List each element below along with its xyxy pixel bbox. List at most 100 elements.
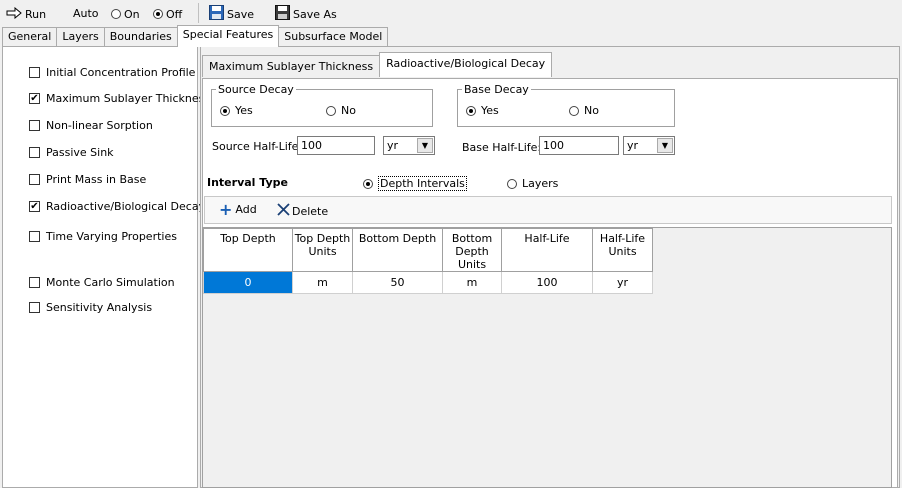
tab-label: Layers — [62, 30, 99, 43]
base-half-life-input[interactable]: 100 — [539, 136, 619, 155]
save-label: Save — [227, 7, 255, 21]
select-value: yr — [627, 139, 639, 152]
checkbox-icon — [29, 231, 40, 242]
checkbox-checked-icon: ✔ — [29, 93, 40, 104]
tab-label: Radioactive/Biological Decay — [386, 57, 546, 70]
tab-general[interactable]: General — [2, 27, 58, 46]
source-half-life-input[interactable]: 100 — [297, 136, 375, 155]
run-arrow-icon — [6, 6, 22, 22]
source-decay-yes-radio[interactable]: Yes — [220, 104, 253, 117]
feature-radioactive-biological-decay[interactable]: ✔ Radioactive/Biological Decay — [29, 200, 205, 213]
toolbar: Run Auto On Off Save Save As — [0, 0, 902, 26]
column-header[interactable]: Bottom Depth Units — [442, 228, 502, 272]
interval-type-label: Interval Type — [207, 176, 288, 189]
delete-button[interactable]: Delete — [277, 203, 328, 219]
checkbox-icon — [29, 174, 40, 185]
bottom-depth-cell[interactable]: 50 — [352, 271, 443, 294]
radio-label: Depth Intervals — [378, 176, 467, 191]
checkbox-icon — [29, 277, 40, 288]
radio-selected-icon — [466, 105, 476, 116]
base-half-life-label: Base Half-Life: — [462, 141, 542, 154]
source-half-life-label: Source Half-Life: — [212, 140, 303, 153]
checkbox-icon — [29, 147, 40, 158]
layers-radio[interactable]: Layers — [507, 177, 558, 190]
tab-radioactive-biological-decay[interactable]: Radioactive/Biological Decay — [379, 52, 553, 77]
feature-monte-carlo-simulation[interactable]: Monte Carlo Simulation — [29, 276, 175, 289]
radio-icon — [111, 9, 121, 19]
intervals-table: Top Depth Top Depth Units Bottom Depth B… — [203, 228, 653, 294]
group-title: Base Decay — [462, 83, 531, 96]
delete-label: Delete — [292, 204, 329, 218]
feature-label: Radioactive/Biological Decay — [46, 200, 206, 213]
feature-label: Print Mass in Base — [46, 173, 147, 186]
feature-label: Time Varying Properties — [46, 230, 177, 243]
half-life-units-cell[interactable]: yr — [592, 271, 653, 294]
tab-subsurface-model[interactable]: Subsurface Model — [278, 27, 389, 46]
feature-label: Sensitivity Analysis — [46, 301, 153, 314]
tab-boundaries[interactable]: Boundaries — [103, 27, 178, 46]
top-depth-units-cell[interactable]: m — [292, 271, 353, 294]
tab-maximum-sublayer-thickness[interactable]: Maximum Sublayer Thickness — [202, 55, 381, 77]
radio-selected-icon — [220, 105, 230, 116]
tab-label: General — [8, 30, 52, 43]
column-header[interactable]: Bottom Depth — [352, 228, 443, 272]
radio-icon — [507, 178, 517, 189]
save-as-button[interactable]: Save As — [275, 3, 337, 25]
depth-intervals-radio[interactable]: Depth Intervals — [363, 176, 467, 191]
radio-label: Layers — [522, 177, 559, 190]
column-header[interactable]: Half-Life — [501, 228, 593, 272]
tab-special-features[interactable]: Special Features — [176, 25, 280, 47]
feature-non-linear-sorption[interactable]: Non-linear Sorption — [29, 119, 153, 132]
table-row[interactable]: 0 m 50 m 100 yr — [203, 271, 653, 294]
auto-on-radio[interactable]: On — [111, 3, 140, 25]
bottom-depth-units-cell[interactable]: m — [442, 271, 502, 294]
base-decay-no-radio[interactable]: No — [569, 104, 599, 117]
auto-label: Auto — [73, 7, 99, 20]
feature-time-varying-properties[interactable]: Time Varying Properties — [29, 230, 177, 243]
column-header[interactable]: Top Depth — [203, 228, 293, 272]
base-decay-yes-radio[interactable]: Yes — [466, 104, 499, 117]
add-label: Add — [235, 203, 257, 216]
checkbox-icon — [29, 120, 40, 131]
radio-selected-icon — [153, 9, 163, 19]
source-decay-no-radio[interactable]: No — [326, 104, 356, 117]
run-button[interactable]: Run — [6, 3, 46, 25]
radio-label: Yes — [481, 104, 499, 117]
tab-label: Boundaries — [109, 30, 172, 43]
chevron-down-icon: ▼ — [657, 138, 673, 153]
features-panel — [2, 46, 198, 488]
toolbar-divider — [198, 3, 199, 23]
radio-icon — [326, 105, 336, 116]
radio-label: Yes — [235, 104, 253, 117]
radio-label: No — [584, 104, 599, 117]
half-life-cell[interactable]: 100 — [501, 271, 593, 294]
auto-off-radio[interactable]: Off — [153, 3, 182, 25]
radio-icon — [569, 105, 579, 116]
plus-icon: + — [219, 199, 233, 219]
feature-label: Monte Carlo Simulation — [46, 276, 175, 289]
on-label: On — [124, 7, 140, 21]
feature-passive-sink[interactable]: Passive Sink — [29, 146, 114, 159]
run-label: Run — [25, 7, 47, 21]
radio-label: No — [341, 104, 356, 117]
column-header[interactable]: Top Depth Units — [292, 228, 353, 272]
tab-layers[interactable]: Layers — [56, 27, 105, 46]
feature-tab-bar: Maximum Sublayer Thickness Radioactive/B… — [202, 52, 553, 79]
column-header[interactable]: Half-Life Units — [592, 228, 653, 272]
main-tab-bar: General Layers Boundaries Special Featur… — [2, 25, 389, 47]
feature-initial-concentration-profile[interactable]: Initial Concentration Profile — [29, 66, 195, 79]
top-depth-cell[interactable]: 0 — [203, 271, 293, 294]
add-button[interactable]: + Add — [219, 199, 257, 219]
delete-x-icon — [277, 203, 290, 219]
feature-label: Maximum Sublayer Thickness — [46, 92, 211, 105]
feature-maximum-sublayer-thickness[interactable]: ✔ Maximum Sublayer Thickness — [29, 92, 210, 105]
save-icon — [209, 5, 224, 23]
base-half-life-unit-select[interactable]: yr ▼ — [623, 136, 675, 155]
feature-sensitivity-analysis[interactable]: Sensitivity Analysis — [29, 301, 152, 314]
source-half-life-unit-select[interactable]: yr ▼ — [383, 136, 435, 155]
tab-label: Special Features — [182, 28, 274, 41]
chevron-down-icon: ▼ — [417, 138, 433, 153]
feature-print-mass-in-base[interactable]: Print Mass in Base — [29, 173, 146, 186]
save-button[interactable]: Save — [209, 3, 254, 25]
radio-selected-icon — [363, 178, 373, 189]
